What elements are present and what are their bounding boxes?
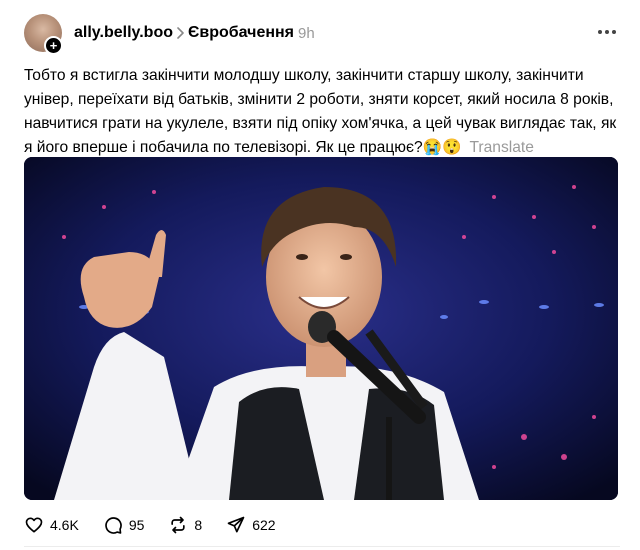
comment-count: 95 bbox=[128, 517, 145, 533]
username[interactable]: ally.belly.boo bbox=[74, 24, 173, 42]
chevron-right-icon bbox=[177, 27, 184, 39]
repost-icon bbox=[171, 516, 186, 534]
like-button[interactable]: 4.6K bbox=[24, 515, 79, 535]
translate-link[interactable]: Translate bbox=[469, 139, 533, 156]
plus-icon[interactable]: + bbox=[44, 36, 63, 55]
like-count: 4.6K bbox=[50, 517, 79, 533]
comment-bubble-icon bbox=[105, 517, 122, 534]
post-actions: 4.6K 95 8 622 bbox=[24, 513, 300, 537]
share-button[interactable]: 622 bbox=[226, 515, 276, 535]
send-icon bbox=[227, 516, 245, 533]
concert-photo bbox=[24, 157, 618, 500]
repost-button[interactable]: 8 bbox=[168, 515, 202, 535]
share-count: 622 bbox=[252, 517, 276, 533]
repost-count: 8 bbox=[194, 517, 203, 533]
comment-button[interactable]: 95 bbox=[103, 515, 145, 535]
thread-post: + ally.belly.boo Євробачення 9h Тобто я … bbox=[0, 0, 640, 550]
post-divider bbox=[24, 546, 620, 547]
more-horizontal-icon[interactable] bbox=[596, 28, 618, 36]
post-image[interactable] bbox=[24, 157, 618, 500]
topic-tag[interactable]: Євробачення bbox=[188, 24, 294, 42]
post-text: Тобто я встигла закінчити молодшу школу,… bbox=[24, 64, 620, 160]
heart-icon bbox=[25, 517, 43, 533]
emoji-reaction: 😭😲 bbox=[422, 139, 462, 156]
post-time: 9h bbox=[298, 25, 315, 42]
